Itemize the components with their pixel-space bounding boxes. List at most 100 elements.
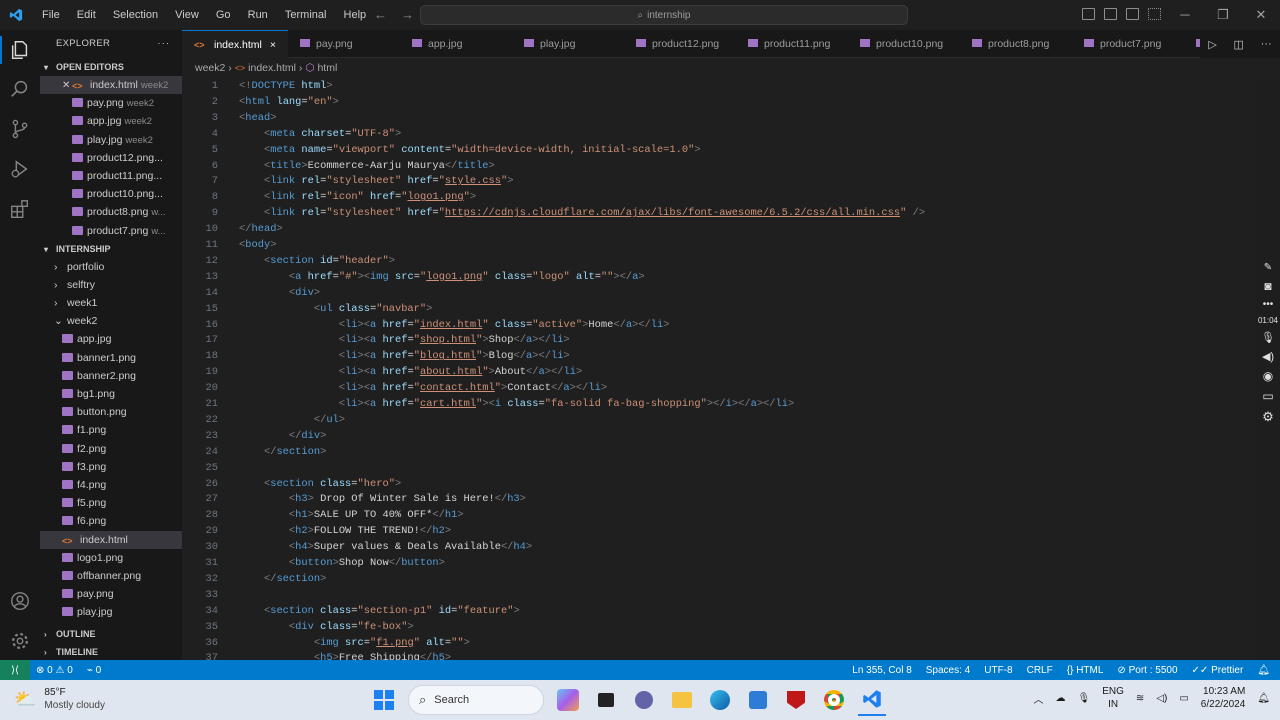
prettier-status[interactable]: ✓✓ Prettier bbox=[1192, 665, 1244, 676]
file-item[interactable]: logo1.png bbox=[40, 549, 182, 567]
folder-item[interactable]: › selftry bbox=[40, 276, 182, 294]
back-arrow-icon[interactable]: ← bbox=[374, 7, 401, 22]
more-actions-icon[interactable]: ··· bbox=[1261, 38, 1272, 50]
open-editor-item[interactable]: app.jpg week2 bbox=[40, 112, 182, 130]
open-editor-item[interactable]: pay.png week2 bbox=[40, 94, 182, 112]
extensions-icon[interactable] bbox=[9, 198, 31, 220]
volume-icon[interactable]: ◁) bbox=[1156, 693, 1167, 704]
toggle-panel-icon[interactable] bbox=[1104, 8, 1117, 20]
file-item[interactable]: f6.png bbox=[40, 512, 182, 530]
language-mode[interactable]: {} HTML bbox=[1067, 665, 1104, 676]
indentation[interactable]: Spaces: 4 bbox=[926, 665, 970, 676]
task-view-icon[interactable] bbox=[592, 684, 620, 716]
tab-product11-png[interactable]: product11.png bbox=[736, 30, 848, 58]
remote-indicator-icon[interactable]: ⟩⟨ bbox=[0, 660, 30, 680]
run-debug-icon[interactable] bbox=[9, 158, 31, 180]
encoding[interactable]: UTF-8 bbox=[984, 665, 1012, 676]
search-icon[interactable] bbox=[9, 78, 31, 100]
account-icon[interactable] bbox=[9, 590, 31, 612]
notification-icon[interactable]: 🔔︎ bbox=[1257, 693, 1270, 704]
file-item[interactable]: play.jpg bbox=[40, 603, 182, 621]
webcam-icon[interactable]: ◉ bbox=[1263, 369, 1273, 383]
tab-product8-png[interactable]: product8.png bbox=[960, 30, 1072, 58]
folder-item[interactable]: › portfolio bbox=[40, 258, 182, 276]
battery-icon[interactable]: ▭ bbox=[1179, 693, 1188, 704]
folder-item[interactable]: › week1 bbox=[40, 294, 182, 312]
camera-icon[interactable]: ◙ bbox=[1264, 279, 1271, 293]
chevron-up-icon[interactable]: ︿ bbox=[1034, 691, 1044, 706]
microphone-icon[interactable]: 🎙 bbox=[1261, 331, 1275, 344]
menu-selection[interactable]: Selection bbox=[113, 9, 158, 21]
menu-help[interactable]: Help bbox=[344, 9, 367, 21]
open-editor-item[interactable]: ✕ <> index.html week2 bbox=[40, 76, 182, 95]
clock[interactable]: 10:23 AM 6/22/2024 bbox=[1201, 685, 1246, 711]
close-icon[interactable]: ✕ bbox=[62, 77, 72, 94]
tab-product10-png[interactable]: product10.png bbox=[848, 30, 960, 58]
open-editor-item[interactable]: product12.png... bbox=[40, 149, 182, 167]
timeline-section[interactable]: › TIMELINE bbox=[40, 643, 182, 660]
open-editor-item[interactable]: product10.png... bbox=[40, 185, 182, 203]
close-icon[interactable]: × bbox=[270, 39, 276, 51]
open-editor-item[interactable]: product8.png w... bbox=[40, 203, 182, 221]
file-item[interactable]: <> index.html bbox=[40, 530, 182, 549]
menu-go[interactable]: Go bbox=[216, 9, 231, 21]
widgets-icon[interactable] bbox=[554, 684, 582, 716]
menu-file[interactable]: File bbox=[42, 9, 60, 21]
cloud-icon[interactable]: ☁ bbox=[1056, 693, 1066, 704]
tab-app-jpg[interactable]: app.jpg bbox=[400, 30, 512, 58]
tab-play-jpg[interactable]: play.jpg bbox=[512, 30, 624, 58]
file-item[interactable]: app.jpg bbox=[40, 330, 182, 348]
more-dots-icon[interactable]: ••• bbox=[1263, 299, 1274, 310]
toggle-secondary-sidebar-icon[interactable] bbox=[1126, 8, 1139, 20]
restore-icon[interactable]: ❐ bbox=[1204, 0, 1242, 30]
open-editor-item[interactable]: play.jpg week2 bbox=[40, 131, 182, 149]
input-language[interactable]: ENG IN bbox=[1102, 685, 1124, 711]
file-item[interactable]: f3.png bbox=[40, 458, 182, 476]
file-item[interactable]: banner2.png bbox=[40, 367, 182, 385]
settings-gear-icon[interactable] bbox=[9, 630, 31, 652]
menu-terminal[interactable]: Terminal bbox=[285, 9, 327, 21]
menu-edit[interactable]: Edit bbox=[77, 9, 96, 21]
file-item[interactable]: button.png bbox=[40, 403, 182, 421]
weather-widget[interactable]: ⛅ 85°F Mostly cloudy bbox=[14, 686, 105, 712]
file-item[interactable]: f2.png bbox=[40, 440, 182, 458]
mcafee-icon[interactable] bbox=[782, 684, 810, 716]
open-editors-section[interactable]: ▾ OPEN EDITORS bbox=[40, 58, 182, 76]
file-item[interactable]: f5.png bbox=[40, 494, 182, 512]
file-item[interactable]: f1.png bbox=[40, 421, 182, 439]
breadcrumb-node[interactable]: html bbox=[317, 62, 337, 74]
taskbar-search[interactable]: ⌕ Search bbox=[408, 685, 544, 715]
problems-indicator[interactable]: ⊗ 0 ⚠ 0 bbox=[36, 665, 73, 676]
wifi-icon[interactable]: ≋ bbox=[1136, 693, 1144, 704]
start-windows-icon[interactable] bbox=[370, 684, 398, 716]
close-window-icon[interactable]: ✕ bbox=[1242, 0, 1280, 30]
file-item[interactable]: pay.png bbox=[40, 585, 182, 603]
settings-gear-icon[interactable]: ⚙ bbox=[1262, 409, 1274, 425]
tab-product7-png[interactable]: product7.png bbox=[1072, 30, 1184, 58]
vscode-taskbar-icon[interactable] bbox=[858, 684, 886, 716]
file-explorer-icon[interactable] bbox=[668, 684, 696, 716]
microsoft-store-icon[interactable] bbox=[744, 684, 772, 716]
open-editor-item[interactable]: product7.png w... bbox=[40, 222, 182, 240]
code-editor[interactable]: 1 <!DOCTYPE html> 2 <html lang="en"> 3 <head>… bbox=[182, 78, 1256, 660]
notifications-bell-icon[interactable]: 🔔︎ bbox=[1257, 665, 1270, 676]
workspace-section[interactable]: ▾ INTERNSHIP bbox=[40, 240, 182, 258]
minimize-icon[interactable]: ─ bbox=[1166, 0, 1204, 30]
open-editor-item[interactable]: product11.png... bbox=[40, 167, 182, 185]
folder-item[interactable]: ⌄ week2 bbox=[40, 312, 182, 330]
live-server-port[interactable]: ⊘ Port : 5500 bbox=[1117, 665, 1177, 676]
run-play-icon[interactable]: ▷ bbox=[1208, 38, 1216, 51]
tab-product12-png[interactable]: product12.png bbox=[624, 30, 736, 58]
speaker-icon[interactable]: ◀) bbox=[1262, 350, 1274, 363]
menu-view[interactable]: View bbox=[175, 9, 199, 21]
file-item[interactable]: offbanner.png bbox=[40, 567, 182, 585]
command-center-search[interactable]: ⌕ internship bbox=[420, 5, 908, 25]
edge-browser-icon[interactable] bbox=[706, 684, 734, 716]
window-icon[interactable]: ▭ bbox=[1262, 389, 1273, 403]
cursor-position[interactable]: Ln 355, Col 8 bbox=[852, 665, 912, 676]
tab-pay-png[interactable]: pay.png bbox=[288, 30, 400, 58]
split-editor-icon[interactable]: ◫ bbox=[1234, 38, 1244, 51]
file-item[interactable]: f4.png bbox=[40, 476, 182, 494]
outline-section[interactable]: › OUTLINE bbox=[40, 625, 182, 643]
more-actions-icon[interactable]: ··· bbox=[158, 30, 171, 58]
